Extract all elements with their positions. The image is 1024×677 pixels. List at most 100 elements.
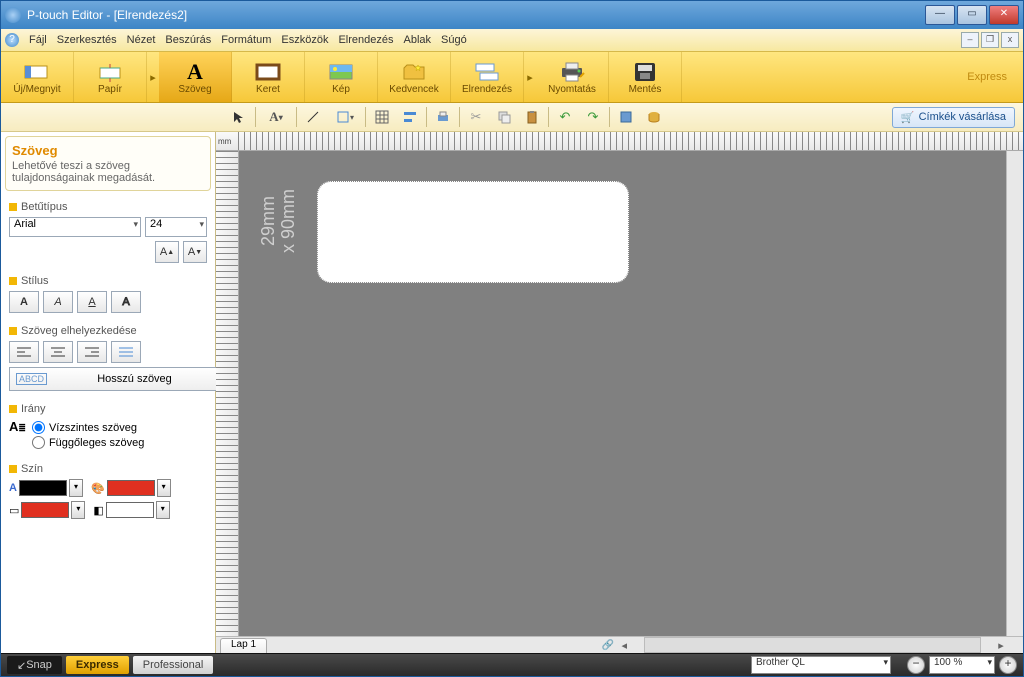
scrollbar-horizontal[interactable] (644, 637, 981, 653)
table-tool[interactable] (370, 105, 394, 129)
menu-tools[interactable]: Eszközök (281, 34, 328, 46)
menu-format[interactable]: Formátum (221, 34, 271, 46)
window-controls: — ▭ ✕ (925, 5, 1019, 25)
ribbon-frame[interactable]: Keret (232, 52, 305, 102)
long-text-button[interactable]: ABCD Hosszú szöveg (9, 367, 219, 391)
ribbon-new-open[interactable]: Új/Megnyit (1, 52, 74, 102)
zoom-select[interactable]: 100 % (929, 656, 995, 674)
decrease-font-button[interactable]: A▼ (183, 241, 207, 263)
printer-value: Brother QL (756, 657, 805, 668)
scroll-right-button[interactable]: ▸ (995, 639, 1007, 652)
layout-icon (473, 60, 501, 84)
zoom-in-button[interactable]: + (999, 656, 1017, 674)
increase-font-button[interactable]: A▲ (155, 241, 179, 263)
help-icon[interactable]: ? (5, 33, 19, 47)
printer-select[interactable]: Brother QL (751, 656, 891, 674)
database-tool[interactable] (642, 105, 666, 129)
canvas-area: mm 29mm x 90mm Lap 1 🔗 ◂ ▸ (216, 132, 1023, 653)
line-color-swatch (21, 502, 69, 518)
align-justify-button[interactable] (111, 341, 141, 363)
menu-help[interactable]: Súgó (441, 34, 467, 46)
style-section-header: Stílus (9, 275, 207, 287)
window-title: P-touch Editor - [Elrendezés2] (27, 8, 925, 22)
menu-layout[interactable]: Elrendezés (338, 34, 393, 46)
sheet-tab[interactable]: Lap 1 (220, 638, 267, 653)
ribbon-text-label: Szöveg (178, 84, 211, 95)
line-tool[interactable] (301, 105, 325, 129)
properties-tool[interactable] (614, 105, 638, 129)
vertical-text-radio[interactable]: Függőleges szöveg (32, 436, 144, 449)
align-tool[interactable] (398, 105, 422, 129)
align-section-header: Szöveg elhelyezkedése (9, 325, 207, 337)
horizontal-text-label: Vízszintes szöveg (49, 422, 137, 434)
ribbon-text[interactable]: A Szöveg (159, 52, 232, 102)
fill-color-swatch (107, 480, 155, 496)
menu-file[interactable]: Fájl (29, 34, 47, 46)
outline-button[interactable]: A (111, 291, 141, 313)
line-color-picker[interactable]: ▭ ▾ (9, 501, 85, 519)
bold-button[interactable]: A (9, 291, 39, 313)
ribbon-print[interactable]: Nyomtatás (536, 52, 609, 102)
shape-tool[interactable]: ▾ (329, 105, 361, 129)
redo-tool[interactable]: ↷ (581, 105, 605, 129)
ribbon-favorites[interactable]: Kedvencek (378, 52, 451, 102)
fill-color-dropdown[interactable]: ▾ (157, 479, 171, 497)
close-button[interactable]: ✕ (989, 5, 1019, 25)
bg-color-picker[interactable]: ◧ ▾ (93, 501, 169, 519)
ribbon-paper[interactable]: Papír (74, 52, 147, 102)
scrollbar-row: Lap 1 🔗 ◂ ▸ (216, 636, 1023, 653)
pointer-tool[interactable] (227, 105, 251, 129)
horizontal-radio-input[interactable] (32, 421, 45, 434)
horizontal-text-radio[interactable]: Vízszintes szöveg (32, 421, 144, 434)
minimize-button[interactable]: — (925, 5, 955, 25)
text-color-picker[interactable]: A ▾ (9, 479, 83, 497)
canvas-viewport[interactable]: 29mm x 90mm (239, 151, 1006, 636)
underline-button[interactable]: A (77, 291, 107, 313)
paste-tool[interactable] (520, 105, 544, 129)
ribbon-layout[interactable]: Elrendezés (451, 52, 524, 102)
align-left-button[interactable] (9, 341, 39, 363)
color-section-header: Szín (9, 463, 207, 475)
maximize-button[interactable]: ▭ (957, 5, 987, 25)
ribbon: Új/Megnyit Papír ▸ A Szöveg Keret Kép (1, 52, 1023, 103)
mdi-minimize-button[interactable]: – (961, 32, 979, 48)
bg-color-dropdown[interactable]: ▾ (156, 501, 170, 519)
vertical-text-label: Függőleges szöveg (49, 437, 144, 449)
font-family-select[interactable]: Arial (9, 217, 141, 237)
buy-labels-button[interactable]: 🛒 Címkék vásárlása (892, 107, 1015, 128)
ribbon-image[interactable]: Kép (305, 52, 378, 102)
align-right-button[interactable] (77, 341, 107, 363)
print-icon (558, 60, 586, 84)
fill-color-picker[interactable]: 🎨 ▾ (91, 479, 171, 497)
font-section: Betűtípus Arial 24 A▲ A▼ (9, 201, 207, 263)
line-color-icon: ▭ (9, 504, 19, 517)
italic-button[interactable]: A (43, 291, 73, 313)
copy-tool[interactable] (492, 105, 516, 129)
menu-view[interactable]: Nézet (127, 34, 156, 46)
mdi-restore-button[interactable]: ❐ (981, 32, 999, 48)
line-color-dropdown[interactable]: ▾ (71, 501, 85, 519)
mode-snap-button[interactable]: ↙ Snap (7, 656, 62, 674)
label-object[interactable] (317, 181, 629, 283)
menu-edit[interactable]: Szerkesztés (57, 34, 117, 46)
print-tool[interactable] (431, 105, 455, 129)
font-tool[interactable]: A▾ (260, 105, 292, 129)
link-icon[interactable]: 🔗 (602, 640, 614, 651)
mdi-close-button[interactable]: x (1001, 32, 1019, 48)
mode-professional-button[interactable]: Professional (133, 656, 214, 674)
zoom-out-button[interactable]: − (907, 656, 925, 674)
cut-tool[interactable]: ✂ (464, 105, 488, 129)
menu-window[interactable]: Ablak (404, 34, 432, 46)
scroll-left-button[interactable]: ◂ (618, 639, 630, 652)
direction-icon: A≣ (9, 419, 26, 434)
align-center-button[interactable] (43, 341, 73, 363)
undo-tool[interactable]: ↶ (553, 105, 577, 129)
ribbon-image-label: Kép (332, 84, 350, 95)
text-color-dropdown[interactable]: ▾ (69, 479, 83, 497)
vertical-radio-input[interactable] (32, 436, 45, 449)
menu-insert[interactable]: Beszúrás (165, 34, 211, 46)
ribbon-save[interactable]: Mentés (609, 52, 682, 102)
mode-express-button[interactable]: Express (66, 656, 129, 674)
scrollbar-vertical[interactable] (1006, 151, 1023, 636)
font-size-select[interactable]: 24 (145, 217, 207, 237)
